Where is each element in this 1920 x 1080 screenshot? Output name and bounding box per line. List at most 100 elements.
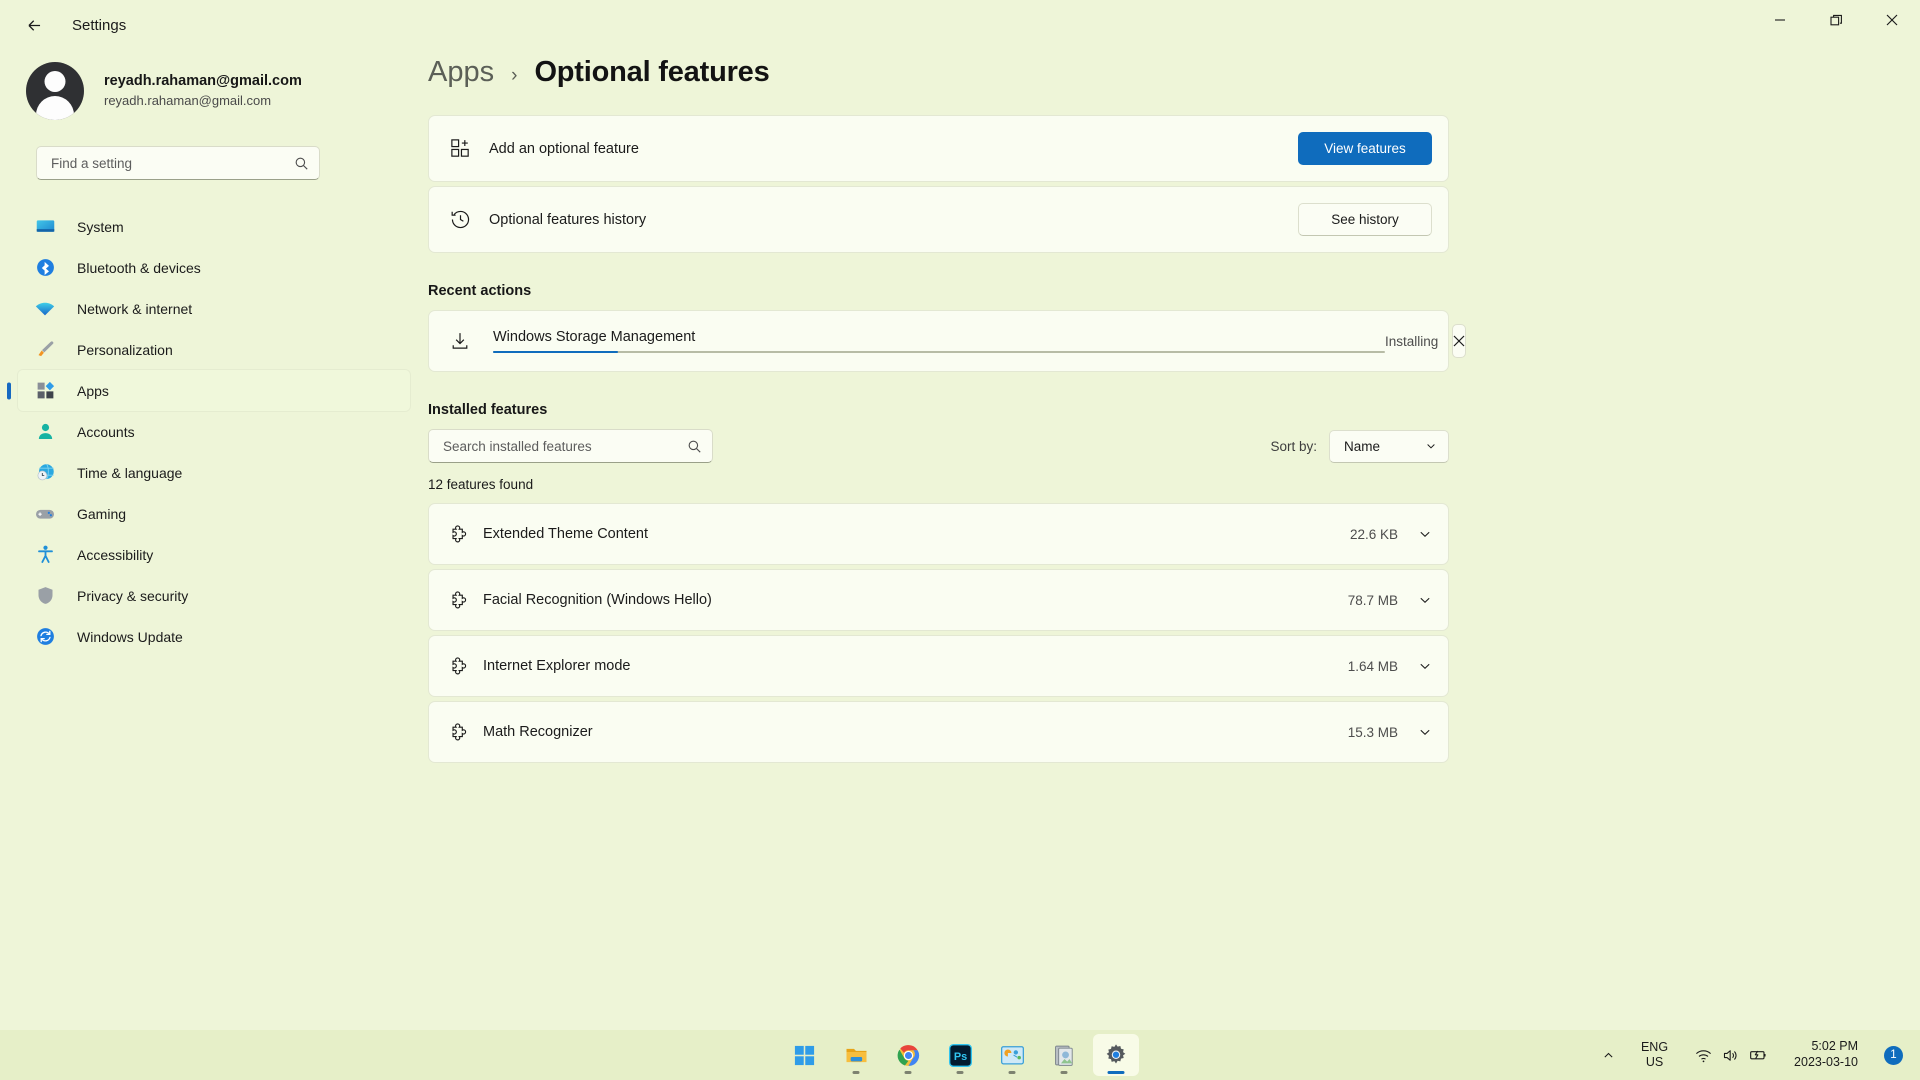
quick-settings-button[interactable] — [1687, 1034, 1775, 1076]
language-indicator[interactable]: ENG US — [1634, 1034, 1675, 1076]
taskbar-google-chrome[interactable] — [885, 1034, 931, 1076]
puzzle-piece-icon — [449, 655, 471, 677]
system-monitor-icon — [32, 216, 58, 238]
clock-globe-icon — [32, 462, 58, 484]
account-name: reyadh.rahaman@gmail.com — [104, 73, 302, 90]
taskbar-settings-app[interactable] — [1093, 1034, 1139, 1076]
sidebar-item-apps[interactable]: Apps — [18, 370, 410, 411]
feature-search-box[interactable] — [428, 429, 713, 463]
taskbar-file-explorer[interactable] — [833, 1034, 879, 1076]
title-bar: Settings — [0, 0, 1920, 50]
sidebar-item-label: System — [77, 218, 124, 235]
search-icon — [295, 157, 308, 170]
language-top: ENG — [1640, 1040, 1669, 1054]
active-indicator — [1107, 1071, 1125, 1074]
restore-icon — [1829, 14, 1842, 25]
feature-name: Facial Recognition (Windows Hello) — [483, 592, 712, 608]
back-button[interactable] — [14, 8, 54, 42]
installed-features-title: Installed features — [428, 402, 548, 418]
search-installed-features-input[interactable] — [443, 438, 687, 454]
wifi-icon — [32, 298, 58, 320]
close-icon — [1886, 14, 1898, 26]
shield-icon — [32, 585, 58, 607]
taskbar-apps: Ps — [781, 1034, 1139, 1076]
chevron-down-icon[interactable] — [1418, 593, 1432, 607]
recent-action-name: Windows Storage Management — [493, 328, 696, 345]
notification-button[interactable]: 1 — [1877, 1034, 1910, 1076]
battery-charging-icon — [1750, 1050, 1766, 1060]
sidebar-nav: System Bluetooth & devices Network & int… — [18, 206, 428, 657]
recent-actions-title: Recent actions — [428, 283, 532, 299]
sidebar-item-accounts[interactable]: Accounts — [18, 411, 410, 452]
tray-time: 5:02 PM — [1811, 1039, 1858, 1054]
sidebar-item-windows-update[interactable]: Windows Update — [18, 616, 410, 657]
clock-button[interactable]: 5:02 PM 2023-03-10 — [1787, 1034, 1865, 1076]
recent-action-body: Windows Storage Management — [493, 329, 1385, 354]
gear-icon — [1106, 1044, 1126, 1064]
start-button[interactable] — [781, 1034, 827, 1076]
avatar — [26, 62, 84, 120]
minimize-button[interactable] — [1752, 0, 1808, 40]
page-title: Optional features — [534, 56, 770, 88]
chevron-up-icon — [1604, 1052, 1613, 1058]
sidebar-item-system[interactable]: System — [18, 206, 410, 247]
table-row[interactable]: Internet Explorer mode 1.64 MB — [428, 635, 1449, 697]
sidebar-item-gaming[interactable]: Gaming — [18, 493, 410, 534]
tray-overflow-button[interactable] — [1595, 1034, 1622, 1076]
gamepad-icon — [32, 503, 58, 525]
feature-name: Math Recognizer — [483, 724, 593, 740]
chrome-icon — [897, 1044, 919, 1066]
maximize-button[interactable] — [1808, 0, 1864, 40]
running-indicator — [1008, 1071, 1016, 1074]
taskbar-media-app[interactable] — [1041, 1034, 1087, 1076]
chevron-down-icon[interactable] — [1418, 725, 1432, 739]
table-row[interactable]: Math Recognizer 15.3 MB — [428, 701, 1449, 763]
find-setting-box[interactable] — [36, 146, 320, 180]
cancel-install-button[interactable] — [1452, 324, 1467, 358]
windows-logo-icon — [794, 1045, 814, 1065]
sidebar-item-privacy-security[interactable]: Privacy & security — [18, 575, 410, 616]
sidebar-item-personalization[interactable]: Personalization — [18, 329, 410, 370]
taskbar-presentation-app[interactable] — [989, 1034, 1035, 1076]
chevron-down-icon[interactable] — [1418, 527, 1432, 541]
update-refresh-icon — [32, 626, 58, 648]
window-controls — [1752, 0, 1920, 40]
main-content: Apps › Optional features Add an optional… — [428, 50, 1920, 1080]
sidebar-item-time-language[interactable]: Time & language — [18, 452, 410, 493]
puzzle-piece-icon — [449, 721, 471, 743]
feature-name: Internet Explorer mode — [483, 658, 631, 674]
view-features-button[interactable]: View features — [1298, 132, 1432, 165]
minimize-icon — [1775, 19, 1785, 21]
sidebar-item-label: Personalization — [77, 341, 173, 358]
running-indicator — [956, 1071, 964, 1074]
puzzle-piece-icon — [449, 523, 471, 545]
close-button[interactable] — [1864, 0, 1920, 40]
speaker-icon — [1723, 1049, 1737, 1061]
install-progress-bar — [493, 350, 1385, 354]
feature-size: 78.7 MB — [1347, 592, 1398, 608]
running-indicator — [852, 1071, 860, 1074]
table-row[interactable]: Facial Recognition (Windows Hello) 78.7 M… — [428, 569, 1449, 631]
recent-action-row: Windows Storage Management Installing — [428, 310, 1467, 372]
sidebar-item-label: Gaming — [77, 505, 127, 522]
chevron-down-icon — [1427, 444, 1435, 449]
add-optional-feature-label: Add an optional feature — [489, 140, 639, 157]
account-block[interactable]: reyadh.rahaman@gmail.com reyadh.rahaman@… — [26, 62, 428, 120]
search-input[interactable] — [51, 155, 294, 171]
table-row[interactable]: Extended Theme Content 22.6 KB — [428, 503, 1449, 565]
sort-by-label: Sort by: — [1270, 438, 1317, 454]
sidebar-item-accessibility[interactable]: Accessibility — [18, 534, 410, 575]
sort-control: Sort by: Name — [1270, 429, 1449, 463]
sidebar-item-bluetooth-devices[interactable]: Bluetooth & devices — [18, 247, 410, 288]
taskbar-photoshop[interactable]: Ps — [937, 1034, 983, 1076]
sidebar-item-network-internet[interactable]: Network & internet — [18, 288, 410, 329]
chevron-down-icon[interactable] — [1418, 659, 1432, 673]
see-history-button[interactable]: See history — [1298, 203, 1432, 236]
breadcrumb-parent[interactable]: Apps — [428, 56, 494, 89]
sidebar-item-label: Accessibility — [77, 546, 154, 563]
feature-size: 22.6 KB — [1349, 526, 1398, 542]
accessibility-person-icon — [32, 544, 58, 566]
install-progress-fill — [493, 350, 618, 354]
sidebar-item-label: Accounts — [77, 423, 135, 440]
sort-by-dropdown[interactable]: Name — [1329, 429, 1449, 463]
